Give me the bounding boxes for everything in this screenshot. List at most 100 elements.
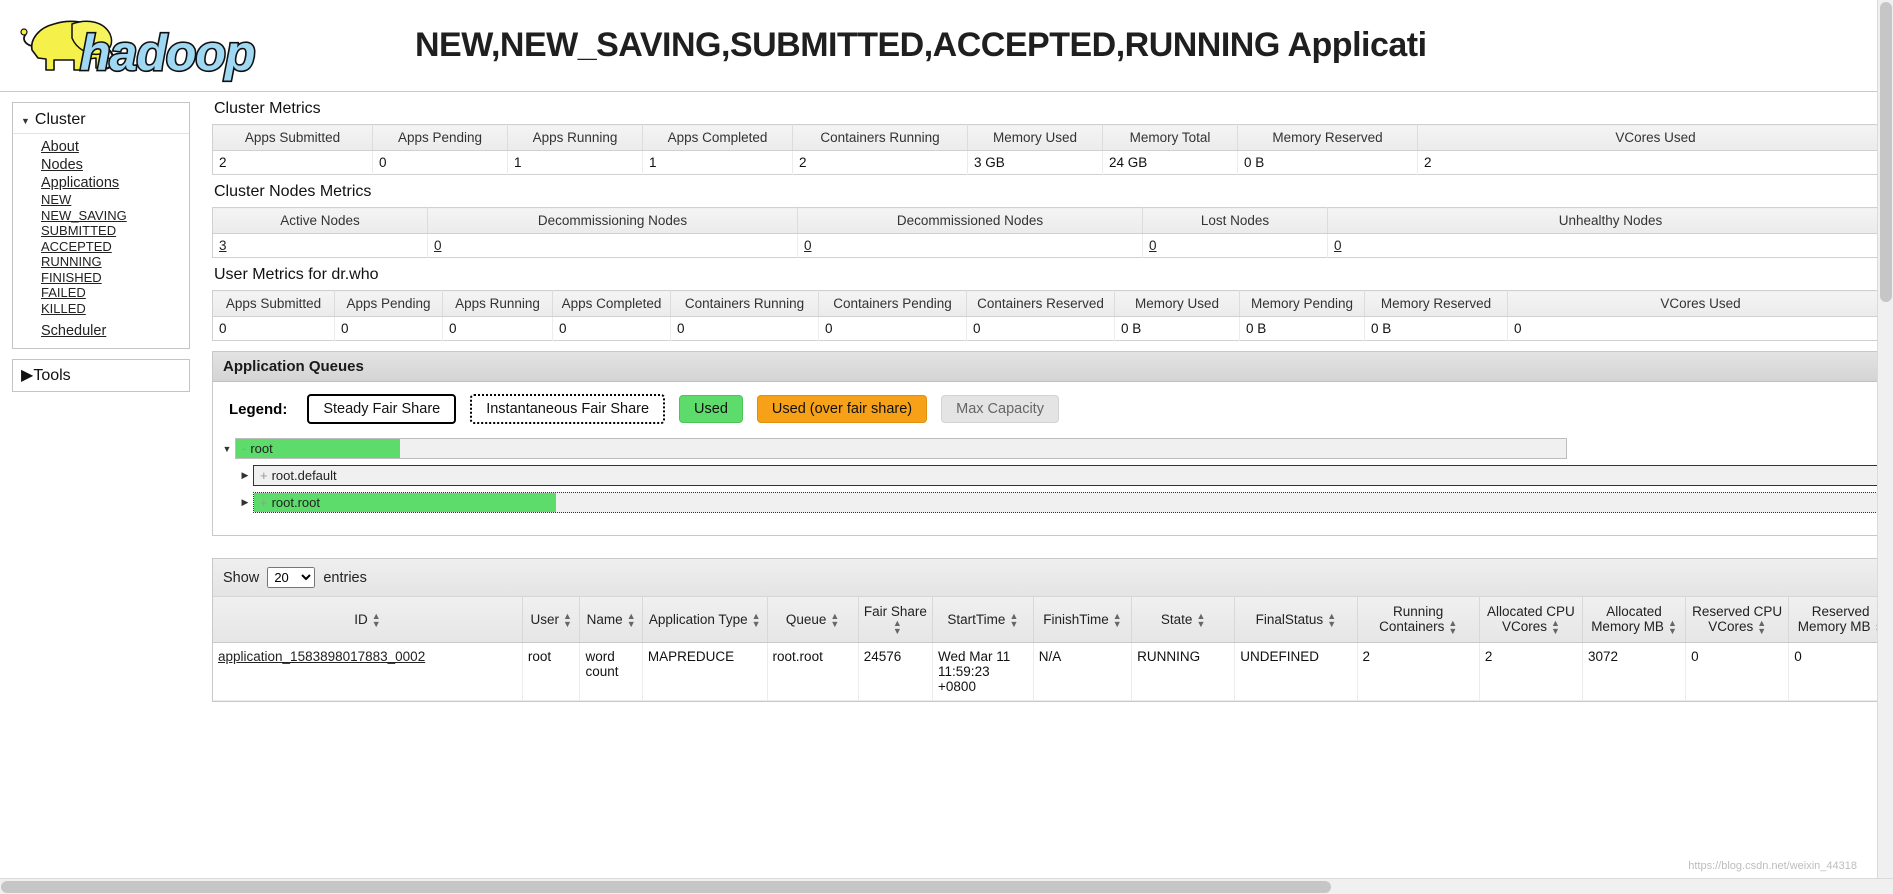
- queue-sign-root-root: +: [260, 495, 268, 510]
- val-user-memory-pending: 0 B: [1239, 316, 1365, 341]
- cluster-metrics-header-row: Apps Submitted Apps Pending Apps Running…: [212, 124, 1893, 151]
- user-metrics-value-row: 0 0 0 0 0 0 0 0 B 0 B 0 B 0: [212, 316, 1893, 341]
- link-decommissioned-nodes[interactable]: 0: [804, 238, 812, 253]
- col-user-containers-running: Containers Running: [670, 290, 819, 317]
- chevron-down-icon: ▼: [21, 116, 30, 126]
- horizontal-scrollbar-thumb[interactable]: [1, 881, 1331, 893]
- sidebar-scheduler-list: Scheduler: [13, 322, 189, 340]
- legend-used-over-fair-share: Used (over fair share): [756, 395, 928, 423]
- legend-max-capacity: Max Capacity: [941, 395, 1059, 423]
- sidebar-link-new[interactable]: NEW: [41, 192, 71, 207]
- sidebar-item-finished[interactable]: FINISHED: [41, 270, 189, 286]
- th-allocated-memory-mb-text: Allocated Memory MB: [1591, 604, 1664, 634]
- th-name[interactable]: Name ▲ ▼: [579, 597, 643, 644]
- link-decommissioning-nodes[interactable]: 0: [434, 238, 442, 253]
- col-memory-used: Memory Used: [967, 124, 1103, 151]
- th-id[interactable]: ID ▲ ▼: [213, 597, 523, 644]
- sidebar-item-new[interactable]: NEW: [41, 192, 189, 208]
- sidebar-link-nodes[interactable]: Nodes: [41, 157, 83, 173]
- sidebar-link-new-saving[interactable]: NEW_SAVING: [41, 208, 127, 223]
- sidebar-item-killed[interactable]: KILLED: [41, 301, 189, 317]
- queue-bar-root-root[interactable]: + root.root: [253, 492, 1886, 513]
- col-unhealthy-nodes: Unhealthy Nodes: [1327, 207, 1893, 234]
- th-finish-time[interactable]: FinishTime ▲ ▼: [1033, 597, 1133, 644]
- sidebar-item-accepted[interactable]: ACCEPTED: [41, 239, 189, 255]
- legend-label: Legend:: [229, 400, 288, 418]
- val-apps-submitted: 2: [212, 150, 373, 175]
- queue-bar-root[interactable]: - root: [235, 438, 1567, 459]
- queue-tree: ▼ - root ▶ + root.default ▶ + root.root: [213, 436, 1892, 535]
- vertical-scrollbar-thumb[interactable]: [1880, 2, 1892, 302]
- yarn-resourcemanager-page: hadoop NEW,NEW_SAVING,SUBMITTED,ACCEPTED…: [0, 0, 1893, 894]
- col-vcores-used: VCores Used: [1417, 124, 1893, 151]
- th-reserved-cpu-vcores[interactable]: Reserved CPU VCores ▲ ▼: [1685, 597, 1790, 644]
- cell-reserved-cpu-vcores: 0: [1685, 642, 1790, 702]
- th-user[interactable]: User ▲ ▼: [522, 597, 581, 644]
- sidebar-link-scheduler[interactable]: Scheduler: [41, 323, 106, 339]
- val-apps-completed: 1: [642, 150, 793, 175]
- sidebar-link-killed[interactable]: KILLED: [41, 301, 86, 316]
- page-size-select[interactable]: 20406080100: [267, 567, 316, 588]
- link-active-nodes[interactable]: 3: [219, 238, 227, 253]
- cell-application-type: MAPREDUCE: [642, 642, 768, 702]
- table-row: application_1583898017883_0002 root word…: [213, 642, 1892, 702]
- queue-bar-root-default[interactable]: + root.default: [253, 465, 1886, 486]
- th-state[interactable]: State ▲ ▼: [1131, 597, 1236, 644]
- th-queue[interactable]: Queue ▲ ▼: [767, 597, 859, 644]
- link-application-id[interactable]: application_1583898017883_0002: [218, 649, 425, 664]
- val-unhealthy-nodes-cell: 0: [1328, 234, 1893, 258]
- val-containers-running: 2: [792, 150, 968, 175]
- th-allocated-memory-mb[interactable]: Allocated Memory MB ▲ ▼: [1582, 597, 1687, 644]
- sort-icon-name: ▲ ▼: [626, 610, 636, 629]
- sidebar-link-about[interactable]: About: [41, 139, 79, 155]
- th-start-time[interactable]: StartTime ▲ ▼: [932, 597, 1034, 644]
- queue-label-root-root: + root.root: [260, 493, 320, 512]
- link-lost-nodes[interactable]: 0: [1149, 238, 1157, 253]
- th-application-type[interactable]: Application Type ▲ ▼: [642, 597, 768, 644]
- sort-icon-id: ▲ ▼: [371, 610, 381, 629]
- sidebar-item-applications[interactable]: Applications: [41, 174, 189, 192]
- col-apps-pending: Apps Pending: [372, 124, 508, 151]
- th-queue-text: Queue: [785, 611, 827, 627]
- user-metrics-header-row: Apps Submitted Apps Pending Apps Running…: [212, 290, 1893, 317]
- horizontal-scrollbar[interactable]: [0, 878, 1893, 894]
- val-user-apps-completed: 0: [552, 316, 671, 341]
- sidebar-item-about[interactable]: About: [41, 138, 189, 156]
- hadoop-logo[interactable]: hadoop: [12, 4, 342, 84]
- th-reserved-memory-mb-text: Reserved Memory MB: [1797, 604, 1871, 634]
- th-allocated-cpu-vcores[interactable]: Allocated CPU VCores ▲ ▼: [1479, 597, 1583, 644]
- sidebar-link-applications[interactable]: Applications: [41, 175, 119, 191]
- sort-icon-finish-time: ▲ ▼: [1112, 610, 1122, 629]
- th-final-status[interactable]: FinalStatus ▲ ▼: [1234, 597, 1358, 644]
- sidebar-link-finished[interactable]: FINISHED: [41, 270, 102, 285]
- sidebar-link-running[interactable]: RUNNING: [41, 254, 102, 269]
- vertical-scrollbar[interactable]: [1877, 0, 1893, 878]
- sort-icon-user: ▲ ▼: [562, 610, 572, 629]
- sidebar-item-failed[interactable]: FAILED: [41, 285, 189, 301]
- sidebar-link-failed[interactable]: FAILED: [41, 285, 86, 300]
- th-fair-share[interactable]: Fair Share▲ ▼: [858, 597, 934, 644]
- caret-right-icon-root-default[interactable]: ▶: [237, 470, 253, 481]
- col-user-containers-pending-text: Containers Pending: [833, 296, 952, 311]
- cell-finish-time: N/A: [1033, 642, 1133, 702]
- sidebar-link-accepted[interactable]: ACCEPTED: [41, 239, 112, 254]
- link-unhealthy-nodes[interactable]: 0: [1334, 238, 1342, 253]
- sidebar-tools-header[interactable]: ▶Tools: [12, 359, 190, 392]
- sidebar-item-submitted[interactable]: SUBMITTED: [41, 223, 189, 239]
- sort-icon-reserved-cpu-vcores: ▲ ▼: [1757, 618, 1767, 637]
- th-running-containers[interactable]: Running Containers ▲ ▼: [1357, 597, 1480, 644]
- sidebar-cluster-header[interactable]: ▼ Cluster: [13, 107, 189, 134]
- sidebar-item-new-saving[interactable]: NEW_SAVING: [41, 208, 189, 224]
- sidebar-item-nodes[interactable]: Nodes: [41, 156, 189, 174]
- cell-user: root: [522, 642, 581, 702]
- sort-icon-application-type: ▲ ▼: [751, 610, 761, 629]
- sidebar-item-running[interactable]: RUNNING: [41, 254, 189, 270]
- applications-table: ID ▲ ▼ User ▲ ▼ Name ▲ ▼ Application Type ▲ ▼ Qu…: [213, 597, 1892, 702]
- cell-queue: root.root: [767, 642, 859, 702]
- queue-row-root-default: ▶ + root.default: [237, 465, 1886, 486]
- body-area: ▼ Cluster About Nodes Applications NEW N…: [0, 92, 1893, 894]
- caret-down-icon-root[interactable]: ▼: [219, 444, 235, 454]
- caret-right-icon-root-root[interactable]: ▶: [237, 497, 253, 508]
- sidebar-item-scheduler[interactable]: Scheduler: [41, 322, 189, 340]
- sidebar-link-submitted[interactable]: SUBMITTED: [41, 223, 116, 238]
